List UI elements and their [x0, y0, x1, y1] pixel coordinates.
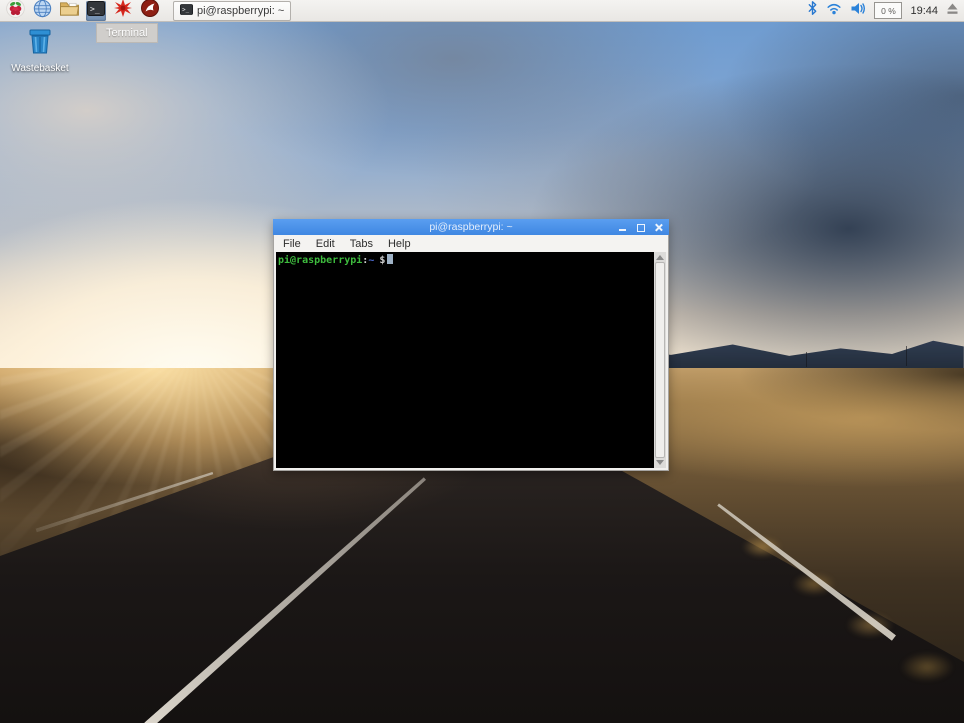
window-body: File Edit Tabs Help pi@raspberrypi:~$ — [273, 235, 669, 471]
terminal-button[interactable]: >_ — [86, 1, 106, 21]
wifi-icon[interactable] — [826, 1, 842, 20]
terminal-icon: >_ — [180, 4, 193, 18]
cpu-monitor[interactable]: 0 % — [874, 2, 902, 19]
clock[interactable]: 19:44 — [910, 5, 938, 17]
prompt-path: ~ — [368, 255, 374, 266]
wolfram-button[interactable] — [113, 1, 133, 21]
terminal-scrollbar[interactable] — [654, 252, 666, 468]
wolfram-star-icon — [114, 0, 132, 22]
raspberry-icon — [6, 0, 25, 23]
terminal-screen[interactable]: pi@raspberrypi:~$ — [276, 252, 654, 468]
web-browser-button[interactable] — [32, 1, 52, 21]
maximize-button[interactable] — [636, 223, 645, 232]
minimize-button[interactable] — [618, 223, 627, 232]
desktop-icon-label: Wastebasket — [8, 63, 72, 74]
taskbar-status-area: 0 % 19:44 — [807, 0, 959, 21]
window-titlebar[interactable]: pi@raspberrypi: ~ — [273, 219, 669, 235]
mathematica-wolf-icon — [141, 0, 159, 22]
folder-icon — [59, 0, 80, 22]
svg-text:>_: >_ — [182, 7, 189, 13]
window-controls — [618, 219, 663, 235]
globe-icon — [33, 0, 52, 23]
tooltip: Terminal — [96, 23, 158, 43]
scrollbar-thumb[interactable] — [655, 262, 665, 458]
svg-text:>_: >_ — [90, 4, 100, 13]
scroll-up-icon[interactable] — [656, 255, 664, 260]
menu-edit[interactable]: Edit — [316, 238, 335, 250]
menu-help[interactable]: Help — [388, 238, 411, 250]
wastebasket-icon — [25, 43, 55, 60]
prompt-user-host: pi@raspberrypi — [278, 255, 362, 266]
desktop-icon-wastebasket[interactable]: Wastebasket — [8, 26, 72, 74]
window-title: pi@raspberrypi: ~ — [273, 219, 669, 235]
eject-icon[interactable] — [946, 2, 959, 20]
desktop-screen: Wastebasket — [0, 0, 964, 723]
window-menubar: File Edit Tabs Help — [274, 235, 668, 252]
taskbar-window-button-label: pi@raspberrypi: ~ — [197, 5, 284, 17]
wallpaper-telephone-pole — [906, 346, 907, 366]
menu-tabs[interactable]: Tabs — [350, 238, 373, 250]
menu-file[interactable]: File — [283, 238, 301, 250]
file-manager-button[interactable] — [59, 1, 79, 21]
mathematica-button[interactable] — [140, 1, 160, 21]
close-button[interactable] — [654, 223, 663, 232]
menu-button[interactable] — [5, 1, 25, 21]
terminal-cursor — [387, 254, 393, 264]
volume-icon[interactable] — [850, 1, 866, 21]
wallpaper-telephone-pole — [806, 352, 807, 367]
terminal-window: pi@raspberrypi: ~ File Edit Tabs Help pi… — [273, 219, 669, 471]
prompt-symbol: $ — [379, 255, 385, 266]
terminal-icon: >_ — [87, 1, 105, 21]
cpu-monitor-value: 0 % — [881, 6, 896, 16]
wallpaper-grass-tuft — [900, 652, 954, 682]
taskbar: >_ >_ — [0, 0, 964, 22]
taskbar-window-button[interactable]: >_ pi@raspberrypi: ~ — [173, 1, 291, 21]
scroll-down-icon[interactable] — [656, 460, 664, 465]
bluetooth-icon[interactable] — [807, 0, 818, 21]
